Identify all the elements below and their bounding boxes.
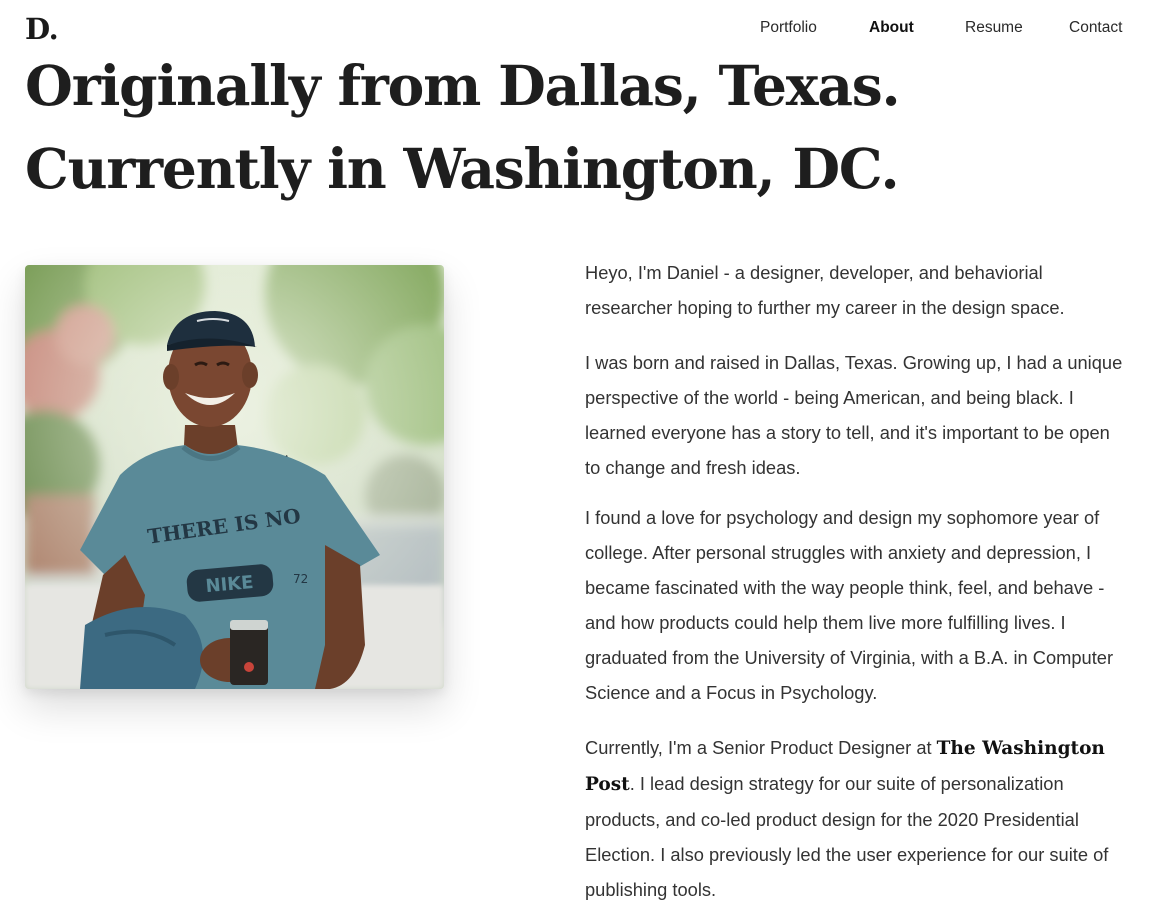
nav-link-about[interactable]: About <box>869 19 914 37</box>
nav-link-portfolio[interactable]: Portfolio <box>760 19 817 37</box>
bio-intro-paragraph: Heyo, I'm Daniel - a designer, developer… <box>585 262 1065 318</box>
bio-current-role-paragraph: Currently, I'm a Senior Product Designer… <box>585 730 1130 907</box>
bio-section: Heyo, I'm Daniel - a designer, developer… <box>585 255 1130 907</box>
top-nav: Portfolio About Resume Contact <box>0 19 1162 41</box>
profile-photo: THERE IS NO NIKE 72 <box>25 265 444 689</box>
headline-line-origin: Originally from Dallas, Texas. <box>25 53 901 118</box>
page-headline: Originally from Dallas, Texas. Currently… <box>25 44 1135 210</box>
nav-link-resume[interactable]: Resume <box>965 19 1023 37</box>
bio-education-paragraph: I found a love for psychology and design… <box>585 507 1114 703</box>
profile-photo-illustration: THERE IS NO NIKE 72 <box>25 265 444 689</box>
shirt-print-logo: NIKE <box>205 572 255 597</box>
bio-background-paragraph: I was born and raised in Dallas, Texas. … <box>585 352 1123 478</box>
headline-line-current: Currently in Washington, DC. <box>25 136 900 201</box>
shirt-print-number: 72 <box>293 572 308 586</box>
bio-role-text: Currently, I'm a Senior Product Designer… <box>585 737 937 758</box>
bio-role-details: . I lead design strategy for our suite o… <box>585 773 1109 900</box>
nav-link-contact[interactable]: Contact <box>1069 19 1122 37</box>
